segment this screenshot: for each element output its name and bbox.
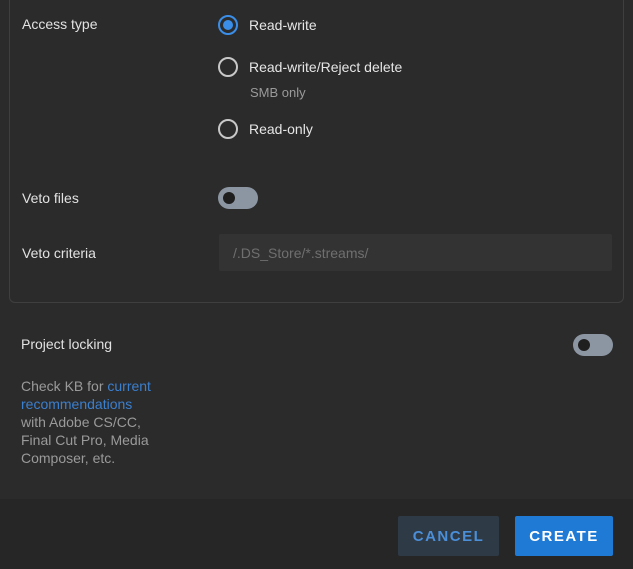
radio-read-write-reject-delete-label: Read-write/Reject delete — [249, 59, 403, 75]
cancel-button[interactable]: CANCEL — [398, 516, 499, 556]
project-locking-note: Check KB for current recommendations wit… — [21, 377, 161, 467]
note-suffix: with Adobe CS/CC, Final Cut Pro, Media C… — [21, 414, 149, 466]
radio-read-write-label: Read-write — [249, 17, 317, 33]
toggle-knob — [578, 339, 590, 351]
project-locking-toggle[interactable] — [573, 334, 613, 356]
toggle-knob — [223, 192, 235, 204]
radio-read-write-reject-delete[interactable]: Read-write/Reject delete — [218, 57, 402, 77]
note-prefix: Check KB for — [21, 378, 108, 394]
access-type-label: Access type — [22, 16, 98, 32]
smb-only-hint: SMB only — [250, 85, 306, 100]
veto-files-toggle[interactable] — [218, 187, 258, 209]
veto-criteria-input[interactable] — [219, 234, 612, 271]
dialog-footer: CANCEL CREATE — [0, 499, 633, 569]
radio-unchecked-icon[interactable] — [218, 57, 238, 77]
veto-files-label: Veto files — [22, 190, 79, 206]
radio-checked-icon[interactable] — [218, 15, 238, 35]
project-locking-label: Project locking — [21, 336, 113, 352]
radio-unchecked-icon[interactable] — [218, 119, 238, 139]
radio-read-only-label: Read-only — [249, 121, 313, 137]
radio-read-write[interactable]: Read-write — [218, 15, 317, 35]
create-button[interactable]: CREATE — [515, 516, 613, 556]
veto-criteria-label: Veto criteria — [22, 245, 96, 261]
radio-read-only[interactable]: Read-only — [218, 119, 313, 139]
create-share-dialog: Access type Read-write Read-write/Reject… — [0, 0, 633, 569]
